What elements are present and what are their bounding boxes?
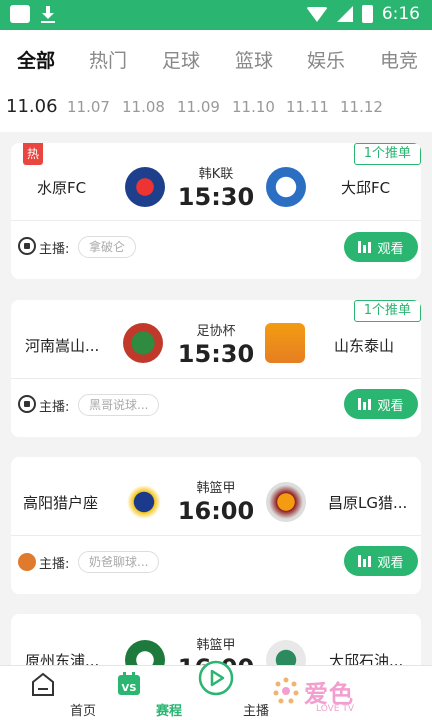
status-bar: 6:16 [0,0,432,30]
match-time: 15:30 [177,340,255,368]
signal-icon [336,6,353,22]
download-icon [40,5,56,23]
play-icon [198,660,234,696]
away-team: 大邱FC [341,179,391,197]
divider [11,535,421,536]
divider [11,378,421,379]
nav-home-label: 首页 [69,704,96,719]
date-selector: 11.06 11.07 11.08 11.09 11.10 11.11 11.1… [0,86,432,132]
league-name: 足协杯 [196,324,236,339]
nav-schedule-label: 赛程 [155,704,182,719]
home-team: 高阳猎户座 [23,494,99,512]
football-icon [18,237,36,255]
divider [11,220,421,221]
away-team-logo [265,323,305,363]
home-team-logo [125,167,165,207]
battery-icon [361,5,373,23]
category-tabs: 全部 热门 足球 篮球 娱乐 电竞 [0,30,432,86]
date-item[interactable]: 11.06 [6,96,58,117]
league-name: 韩篮甲 [196,481,236,496]
date-item[interactable]: 11.08 [122,98,165,116]
date-item[interactable]: 11.09 [177,98,220,116]
host-label: 主播: [39,557,70,572]
host-name[interactable]: 奶爸聊球... [78,551,160,573]
watch-button[interactable]: 观看 [344,232,418,262]
match-card[interactable]: 1个推单 河南嵩山... 足协杯 15:30 山东泰山 主播: 黑哥说球... … [11,300,421,437]
tab-esports[interactable]: 电竞 [380,46,418,73]
match-time: 15:30 [177,183,255,211]
away-team: 昌原LG猎... [328,494,408,512]
basketball-icon [18,553,36,571]
schedule-vs-icon: VS [118,672,140,695]
bar-chart-icon [358,241,372,253]
date-item[interactable]: 11.10 [232,98,275,116]
home-team-logo [124,482,164,522]
match-card[interactable]: 高阳猎户座 韩篮甲 16:00 昌原LG猎... 主播: 奶爸聊球... 观看 [11,457,421,594]
home-icon [32,672,54,696]
football-icon [18,395,36,413]
host-label: 主播: [39,242,70,257]
tab-all[interactable]: 全部 [17,46,55,73]
home-team: 河南嵩山... [25,337,100,355]
notification-icon [10,5,30,23]
svg-text:VS: VS [122,683,137,694]
brand-logo: 爱色 LOVE TV [270,672,390,720]
home-team-logo [123,323,163,363]
host-name[interactable]: 黑哥说球... [78,394,160,416]
status-time: 6:16 [381,4,420,24]
tab-basketball[interactable]: 篮球 [235,46,273,73]
league-name: 韩K联 [198,167,234,182]
host-name[interactable]: 拿破仑 [78,236,137,258]
home-team: 水原FC [37,179,87,197]
watch-button[interactable]: 观看 [344,546,418,576]
bar-chart-icon [358,398,372,410]
date-item[interactable]: 11.07 [67,98,110,116]
away-team-logo [266,482,306,522]
bar-chart-icon [358,555,372,567]
watch-button[interactable]: 观看 [344,389,418,419]
recommend-badge[interactable]: 1个推单 [353,143,421,165]
match-card[interactable]: 热 1个推单 水原FC 韩K联 15:30 大邱FC 主播: 拿破仑 观看 [11,143,421,279]
watch-label: 观看 [377,398,404,414]
wifi-icon [305,6,328,22]
away-team-logo [266,167,306,207]
tab-entertainment[interactable]: 娱乐 [307,46,345,73]
date-item[interactable]: 11.12 [340,98,383,116]
tab-football[interactable]: 足球 [162,46,200,73]
hot-badge: 热 [23,143,43,165]
watch-label: 观看 [377,555,404,571]
brand-subtext: LOVE TV [316,704,354,714]
bottom-nav: 首页 VS 赛程 主播 爱色 LOVE TV [0,660,432,720]
tab-hot[interactable]: 热门 [89,46,127,73]
away-team: 山东泰山 [334,337,395,355]
date-item[interactable]: 11.11 [286,98,329,116]
recommend-badge[interactable]: 1个推单 [353,300,421,322]
host-label: 主播: [39,400,70,415]
league-name: 韩篮甲 [196,638,236,653]
match-time: 16:00 [177,497,255,525]
watch-label: 观看 [377,241,404,257]
